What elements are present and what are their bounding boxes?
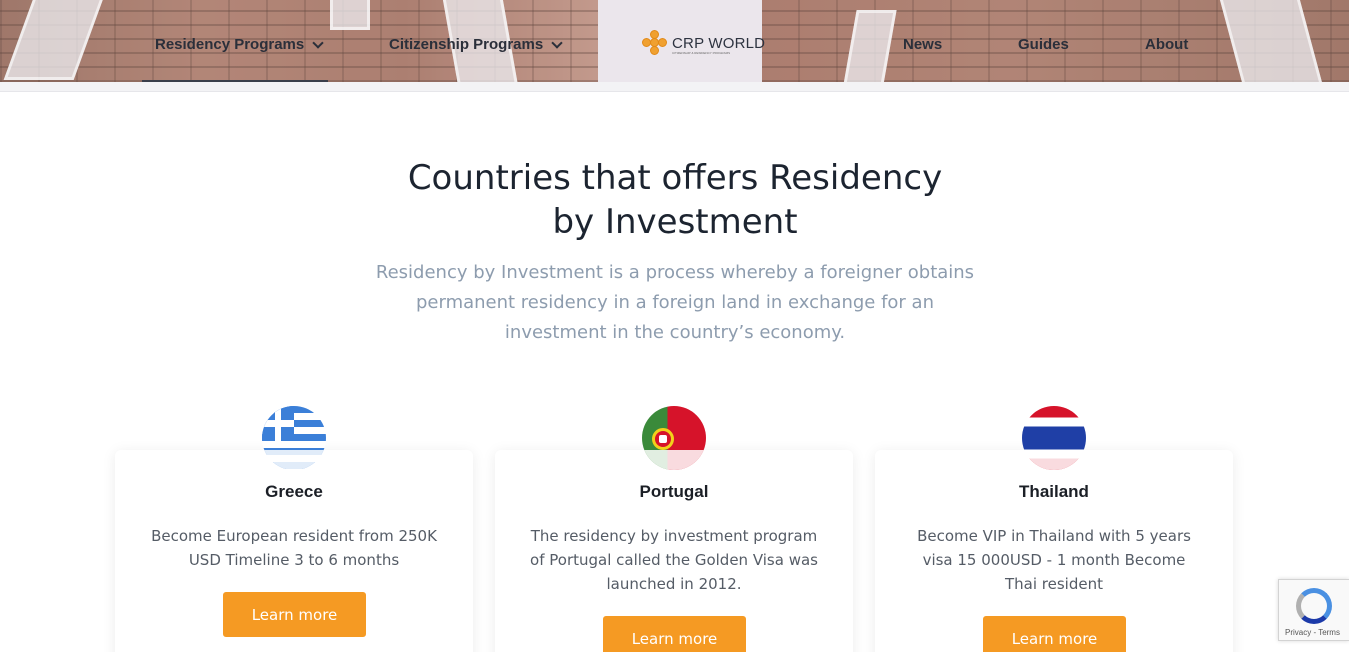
card-title: Portugal [639,482,709,501]
greece-flag-icon [262,406,326,470]
nav-label: Guides [1018,36,1069,53]
site-header: Residency Programs Citizenship Programs … [0,0,1349,82]
nav-residency-programs[interactable]: Residency Programs [155,36,324,53]
nav-label: About [1145,36,1189,53]
learn-more-button[interactable]: Learn more [223,592,366,637]
portugal-flag-icon [642,406,706,470]
nav-guides[interactable]: Guides [1018,36,1069,53]
country-card-thailand: Thailand Become VIP in Thailand with 5 y… [875,450,1233,652]
recaptcha-privacy-terms[interactable]: Privacy - Terms [1285,628,1340,637]
country-card-greece: Greece Become European resident from 250… [115,450,473,652]
recaptcha-badge[interactable]: Privacy - Terms [1278,579,1349,641]
logo-subtext: CITIZENSHIP & RESIDENCY PROGRAMS [672,51,731,55]
nav-label: Residency Programs [155,36,305,53]
chevron-down-icon [312,36,324,49]
header-subbar [0,82,1349,92]
recaptcha-icon [1296,588,1332,624]
title-line-2: by Investment [552,202,798,242]
page-title: Countries that offers Residency by Inves… [340,156,1010,244]
logo-icon [642,30,668,56]
nav-label: News [903,36,943,53]
learn-more-button[interactable]: Learn more [603,616,746,652]
card-description: The residency by investment program of P… [530,527,818,593]
card-title: Greece [265,482,323,501]
nav-label: Citizenship Programs [389,36,544,53]
nav-about[interactable]: About [1145,36,1188,53]
country-card-portugal: Portugal The residency by investment pro… [495,450,853,652]
logo-text: CRP WORLD [672,34,766,52]
nav-news[interactable]: News [903,36,942,53]
learn-more-button[interactable]: Learn more [983,616,1126,652]
page-subtitle: Residency by Investment is a process whe… [375,262,975,343]
card-title: Thailand [1019,482,1089,501]
chevron-down-icon [551,36,563,49]
thailand-flag-icon [1022,406,1086,470]
card-description: Become European resident from 250K USD T… [151,527,437,569]
title-line-1: Countries that offers Residency [407,158,943,198]
nav-citizenship-programs[interactable]: Citizenship Programs [389,36,563,53]
card-description: Become VIP in Thailand with 5 years visa… [917,527,1191,593]
